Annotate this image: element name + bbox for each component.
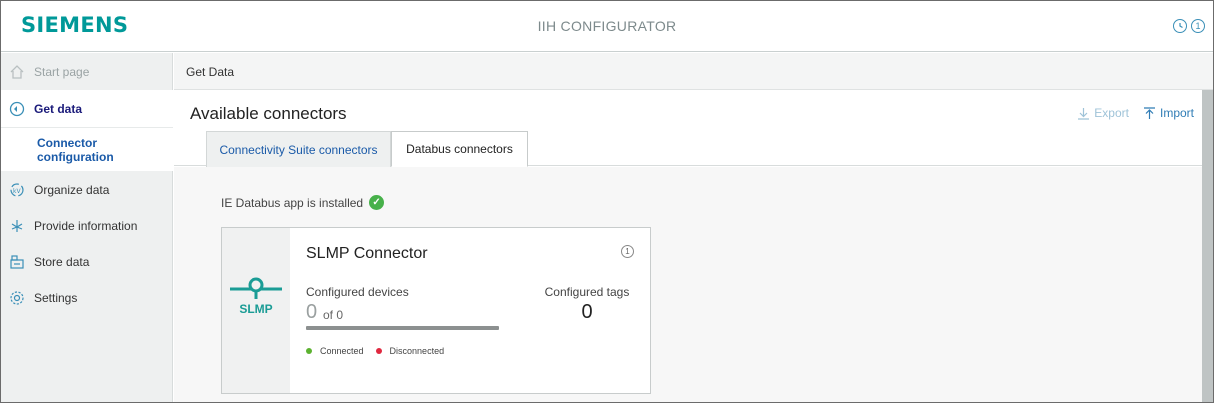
- checkmark-icon: ✓: [369, 195, 385, 210]
- sidebar-item-provide-information[interactable]: Provide information: [1, 208, 173, 244]
- configured-devices-total: of 0: [323, 308, 344, 322]
- export-button[interactable]: Export: [1077, 106, 1129, 120]
- connector-logo-panel: SLMP: [222, 228, 290, 393]
- app-title: IIH CONFIGURATOR: [537, 18, 677, 34]
- connector-tabs: Connectivity Suite connectors Databus co…: [174, 131, 1202, 167]
- sidebar: Start page Get data Connector configurat…: [1, 53, 173, 402]
- info-icon[interactable]: 1: [621, 245, 634, 258]
- sidebar-item-store-data[interactable]: Store data: [1, 244, 173, 280]
- sidebar-item-label: Start page: [34, 64, 90, 79]
- sidebar-item-label: Get data: [34, 101, 83, 116]
- configured-tags-label: Configured tags: [544, 285, 630, 299]
- slmp-connector-card[interactable]: SLMP SLMP Connector 1 Configured devices…: [221, 227, 651, 394]
- tab-connectivity-suite-connectors[interactable]: Connectivity Suite connectors: [206, 131, 391, 167]
- app-window: SIEMENS IIH CONFIGURATOR 1 Start page Ge…: [0, 0, 1214, 403]
- databus-status-text: IE Databus app is installed: [221, 195, 364, 210]
- legend-connected: Connected: [306, 346, 364, 356]
- main-panel: Available connectors Export Import Conne…: [174, 90, 1202, 402]
- sidebar-item-get-data[interactable]: Get data: [1, 90, 173, 127]
- configured-tags-count: 0: [581, 301, 593, 323]
- get-data-icon: [9, 101, 25, 117]
- connector-title: SLMP Connector: [306, 245, 428, 262]
- legend-disconnected: Disconnected: [375, 346, 445, 356]
- connector-actions: Export Import: [1077, 106, 1194, 120]
- legend-connected-label: Connected: [320, 346, 364, 356]
- header-icons: 1: [1173, 19, 1205, 33]
- sidebar-item-connector-configuration[interactable]: Connector configuration: [1, 127, 173, 171]
- tab-content: IE Databus app is installed ✓ SLMP SLMP …: [174, 167, 1202, 402]
- svg-text:kV: kV: [13, 188, 21, 195]
- sidebar-item-label: Store data: [34, 255, 90, 269]
- configured-devices-count: 0: [306, 301, 318, 323]
- provide-information-icon: [9, 218, 25, 234]
- sidebar-item-label: Settings: [34, 291, 78, 305]
- disconnected-dot-icon: [375, 348, 382, 354]
- vertical-scrollbar[interactable]: [1202, 90, 1213, 402]
- sidebar-item-label: Organize data: [34, 183, 110, 197]
- sidebar-item-settings[interactable]: Settings: [1, 280, 173, 316]
- connected-dot-icon: [306, 348, 312, 354]
- breadcrumb: Get Data: [174, 53, 1213, 90]
- upload-icon: [1143, 106, 1155, 119]
- import-button[interactable]: Import: [1143, 106, 1194, 120]
- store-data-icon: [9, 254, 25, 270]
- sidebar-item-organize-data[interactable]: kV Organize data: [1, 172, 173, 208]
- slmp-logo-text: SLMP: [239, 302, 273, 316]
- devices-progress-bar: [306, 326, 499, 330]
- info-icon[interactable]: 1: [1191, 19, 1205, 33]
- app-header: SIEMENS IIH CONFIGURATOR 1: [1, 1, 1213, 52]
- sidebar-item-start-page[interactable]: Start page: [1, 53, 173, 90]
- home-icon: [9, 64, 25, 80]
- configured-devices-label: Configured devices: [306, 285, 409, 299]
- sidebar-item-label: Provide information: [34, 219, 138, 233]
- tab-databus-connectors[interactable]: Databus connectors: [391, 131, 528, 167]
- legend-disconnected-label: Disconnected: [389, 346, 445, 356]
- settings-icon: [9, 290, 25, 306]
- import-label: Import: [1159, 106, 1194, 120]
- page-title: Available connectors: [190, 104, 347, 123]
- sidebar-item-label: Connector configuration: [37, 135, 114, 164]
- organize-data-icon: kV: [9, 182, 25, 198]
- download-icon: [1078, 107, 1090, 120]
- connection-legend: Connected Disconnected: [306, 346, 450, 356]
- help-icon[interactable]: [1173, 19, 1187, 33]
- export-label: Export: [1094, 106, 1129, 120]
- databus-status: IE Databus app is installed ✓: [221, 195, 385, 210]
